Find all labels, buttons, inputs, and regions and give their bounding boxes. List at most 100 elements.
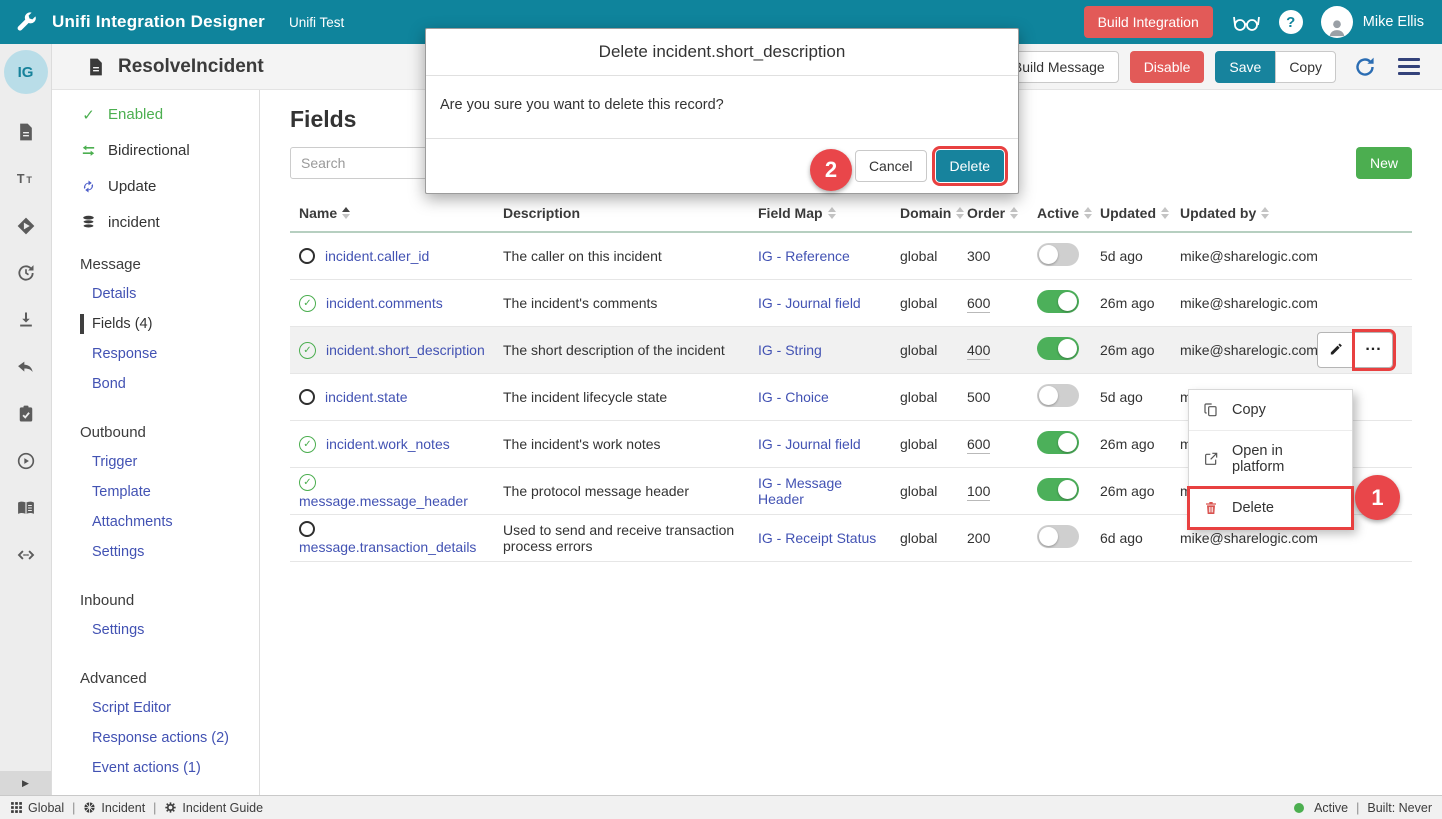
- updated-value: 26m ago: [1100, 431, 1180, 457]
- field-map-link[interactable]: IG - Reference: [758, 248, 850, 264]
- preview-glasses-icon[interactable]: [1231, 9, 1261, 35]
- sidebar-item-response[interactable]: Response: [92, 339, 259, 369]
- separator: |: [153, 801, 156, 815]
- disable-button[interactable]: Disable: [1130, 51, 1205, 83]
- sidebar-item-response-actions-2[interactable]: Response actions (2): [92, 723, 259, 753]
- field-name-link[interactable]: message.message_header: [299, 493, 468, 509]
- field-map-link[interactable]: IG - String: [758, 342, 822, 358]
- statusbar-incident-guide[interactable]: Incident Guide: [164, 801, 263, 815]
- code-rail-icon[interactable]: [16, 545, 36, 565]
- sidebar-status-incident: incident: [80, 214, 259, 231]
- column-header-domain[interactable]: Domain: [900, 205, 967, 221]
- expand-rail-button[interactable]: ▶: [0, 771, 51, 795]
- updated-by-value: mike@sharelogic.com: [1180, 243, 1412, 269]
- app-title: Unifi Integration Designer: [52, 12, 265, 32]
- help-icon[interactable]: ?: [1279, 10, 1303, 34]
- menu-hamburger-icon[interactable]: [1398, 58, 1420, 75]
- documentation-rail-icon[interactable]: [16, 498, 36, 518]
- column-header-name[interactable]: Name: [290, 205, 503, 221]
- delete-confirm-button[interactable]: Delete: [936, 150, 1004, 182]
- column-header-updated-by[interactable]: Updated by: [1180, 205, 1412, 221]
- active-toggle[interactable]: [1037, 431, 1079, 454]
- field-map-link[interactable]: IG - Message Header: [758, 475, 842, 507]
- build-integration-button[interactable]: Build Integration: [1084, 6, 1213, 38]
- domain-value: global: [900, 337, 967, 363]
- field-name-link[interactable]: message.transaction_details: [299, 539, 476, 555]
- active-toggle[interactable]: [1037, 525, 1079, 548]
- order-value[interactable]: 600: [967, 436, 990, 454]
- active-status-dot: [1294, 803, 1304, 813]
- sidebar-item-settings[interactable]: Settings: [92, 615, 259, 645]
- ellipsis-icon: ...: [1365, 343, 1381, 357]
- cancel-button[interactable]: Cancel: [855, 150, 927, 182]
- status-label: incident: [108, 214, 160, 231]
- external-icon: [1203, 451, 1219, 467]
- sidebar-item-details[interactable]: Details: [92, 279, 259, 309]
- modal-message: Are you sure you want to delete this rec…: [426, 76, 1018, 139]
- field-map-link[interactable]: IG - Choice: [758, 389, 829, 405]
- field-name-link[interactable]: incident.short_description: [326, 342, 485, 358]
- field-map-link[interactable]: IG - Receipt Status: [758, 530, 876, 546]
- statusbar-global[interactable]: Global: [10, 801, 64, 815]
- field-map-link[interactable]: IG - Journal field: [758, 436, 861, 452]
- field-name-link[interactable]: incident.work_notes: [326, 436, 450, 452]
- column-header-description[interactable]: Description: [503, 205, 758, 221]
- order-value[interactable]: 400: [967, 342, 990, 360]
- run-rail-icon[interactable]: [16, 451, 36, 471]
- order-value[interactable]: 600: [967, 295, 990, 313]
- reply-rail-icon[interactable]: [16, 357, 36, 377]
- sidebar-status-bidirectional: Bidirectional: [80, 142, 259, 159]
- column-header-order[interactable]: Order: [967, 205, 1037, 221]
- workspace-name[interactable]: Unifi Test: [289, 15, 344, 30]
- active-toggle[interactable]: [1037, 290, 1079, 313]
- copy-button[interactable]: Copy: [1275, 51, 1336, 83]
- menu-item-delete[interactable]: Delete: [1189, 487, 1352, 528]
- history-rail-icon[interactable]: [16, 263, 36, 283]
- tasks-rail-icon[interactable]: [16, 404, 36, 424]
- user-avatar[interactable]: [1321, 6, 1353, 38]
- sidebar-item-settings[interactable]: Settings: [92, 537, 259, 567]
- sidebar-item-attachments[interactable]: Attachments: [92, 507, 259, 537]
- document-rail-icon[interactable]: [16, 122, 36, 142]
- inactive-status-icon: [299, 248, 315, 264]
- inactive-status-icon: [299, 389, 315, 405]
- new-button[interactable]: New: [1356, 147, 1412, 179]
- sidebar-item-template[interactable]: Template: [92, 477, 259, 507]
- field-name-link[interactable]: incident.comments: [326, 295, 443, 311]
- save-button[interactable]: Save: [1215, 51, 1275, 83]
- sort-carets-icon: [1261, 207, 1269, 219]
- active-toggle[interactable]: [1037, 243, 1079, 266]
- field-name-link[interactable]: incident.state: [325, 389, 408, 405]
- sidebar-item-script-editor[interactable]: Script Editor: [92, 693, 259, 723]
- sidebar-item-event-actions-1[interactable]: Event actions (1): [92, 753, 259, 783]
- column-header-field-map[interactable]: Field Map: [758, 205, 900, 221]
- sort-carets-icon: [828, 207, 836, 219]
- sidebar-item-bond[interactable]: Bond: [92, 369, 259, 399]
- active-toggle[interactable]: [1037, 384, 1079, 407]
- statusbar-incident[interactable]: Incident: [83, 801, 145, 815]
- field-name-link[interactable]: incident.caller_id: [325, 248, 429, 264]
- order-value: 200: [967, 530, 990, 546]
- integration-avatar[interactable]: IG: [4, 50, 48, 94]
- column-header-active[interactable]: Active: [1037, 205, 1100, 221]
- refresh-icon[interactable]: [1353, 55, 1377, 79]
- updated-value: 5d ago: [1100, 243, 1180, 269]
- order-value[interactable]: 100: [967, 483, 990, 501]
- sidebar-item-fields-4[interactable]: Fields (4): [92, 309, 259, 339]
- column-header-updated[interactable]: Updated: [1100, 205, 1180, 221]
- send-diamond-rail-icon[interactable]: [16, 216, 36, 236]
- user-name[interactable]: Mike Ellis: [1363, 14, 1424, 30]
- download-rail-icon[interactable]: [16, 310, 36, 330]
- active-toggle[interactable]: [1037, 337, 1079, 360]
- active-toggle[interactable]: [1037, 478, 1079, 501]
- text-fields-rail-icon[interactable]: TT: [16, 169, 36, 189]
- more-actions-button[interactable]: ...: [1355, 332, 1393, 368]
- menu-item-copy[interactable]: Copy: [1189, 390, 1352, 430]
- menu-item-open-in-platform[interactable]: Open in platform: [1189, 430, 1352, 487]
- modal-title: Delete incident.short_description: [426, 29, 1018, 76]
- field-map-link[interactable]: IG - Journal field: [758, 295, 861, 311]
- edit-button[interactable]: [1317, 332, 1355, 368]
- sidebar-section-advanced: Advanced: [80, 670, 259, 687]
- sidebar-item-trigger[interactable]: Trigger: [92, 447, 259, 477]
- sort-carets-icon: [1010, 207, 1018, 219]
